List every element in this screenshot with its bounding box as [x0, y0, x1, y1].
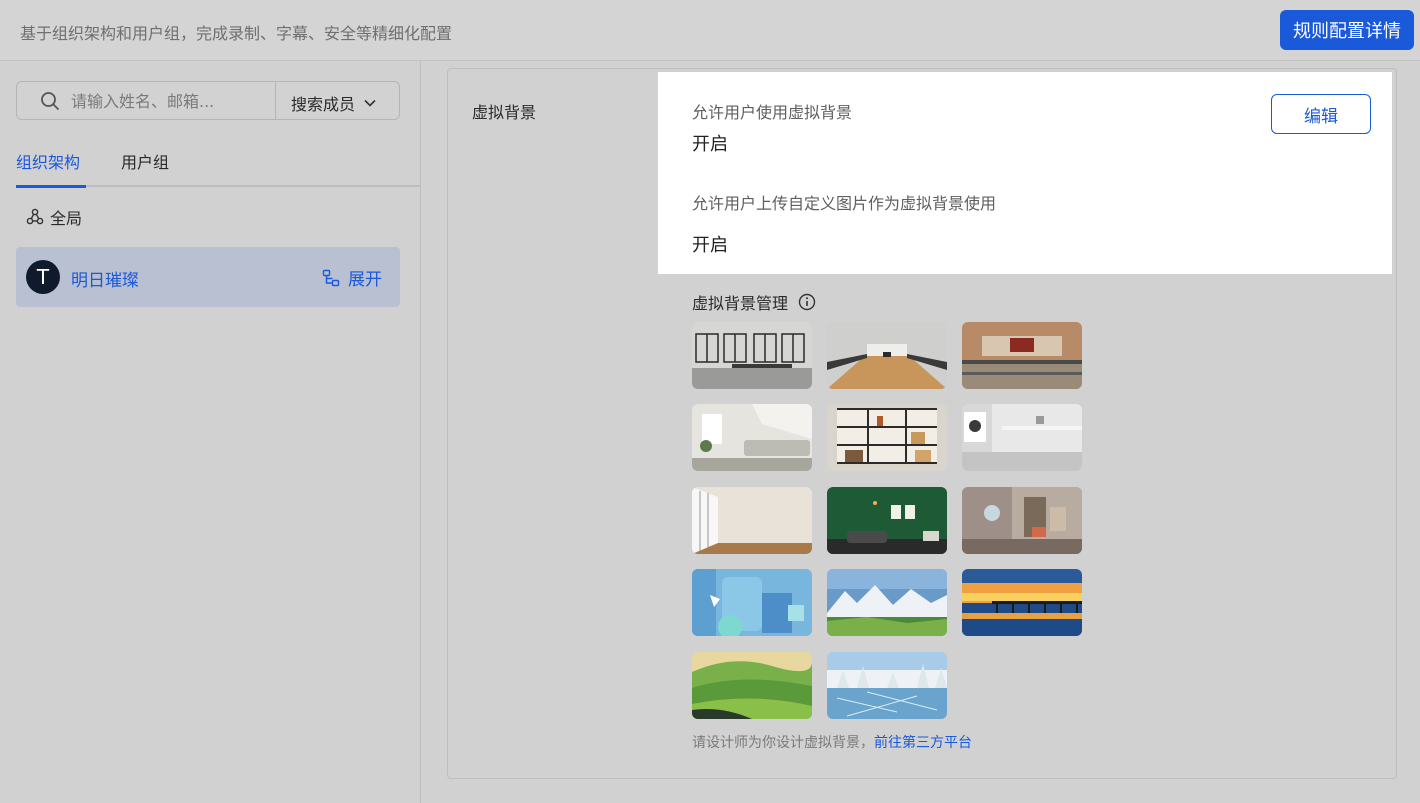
- footer-text: 请设计师为你设计虚拟背景，: [692, 735, 874, 751]
- bg-thumb-bookshelf-wall[interactable]: [827, 404, 947, 471]
- search-input[interactable]: [71, 88, 271, 114]
- search-scope-label: 搜索成员: [291, 95, 356, 114]
- setting-value-allow-bg: 开启: [692, 134, 728, 155]
- avatar: T: [26, 260, 60, 294]
- search-divider: [275, 82, 276, 119]
- bg-thumb-meeting-room-wood[interactable]: [962, 322, 1082, 389]
- bg-thumb-snow-mountains-meadow[interactable]: [827, 569, 947, 636]
- top-bar: 基于组织架构和用户组，完成录制、字幕、安全等精细化配置 规则配置详情: [0, 0, 1420, 61]
- info-icon[interactable]: [798, 293, 816, 311]
- global-scope-item[interactable]: 全局: [26, 205, 82, 229]
- footer-note: 请设计师为你设计虚拟背景，前往第三方平台: [692, 732, 972, 752]
- bg-thumb-bright-office-windows[interactable]: [692, 322, 812, 389]
- sidebar: 搜索成员 组织架构 用户组 全局 T 明日璀璨: [0, 61, 421, 803]
- section-label: 虚拟背景: [472, 103, 537, 122]
- bg-thumb-long-conference-hall[interactable]: [827, 322, 947, 389]
- bg-thumb-green-hills[interactable]: [692, 652, 812, 719]
- bg-thumb-empty-room-windows[interactable]: [692, 487, 812, 554]
- search-scope-dropdown[interactable]: 搜索成员: [291, 91, 377, 115]
- org-item-selected[interactable]: T 明日璀璨 展开: [16, 247, 400, 307]
- global-label: 全局: [50, 209, 83, 228]
- page-description: 基于组织架构和用户组，完成录制、字幕、安全等精细化配置: [20, 24, 453, 43]
- network-icon: [26, 208, 44, 225]
- bg-thumb-loft-living-room[interactable]: [692, 404, 812, 471]
- rule-detail-button[interactable]: 规则配置详情: [1280, 10, 1414, 50]
- search-icon: [41, 92, 59, 110]
- expand-label: 展开: [348, 270, 382, 290]
- setting-label-allow-upload: 允许用户上传自定义图片作为虚拟背景使用: [692, 194, 997, 213]
- bg-management-label: 虚拟背景管理: [692, 294, 789, 313]
- org-name: 明日璀璨: [71, 271, 139, 291]
- tab-user-groups[interactable]: 用户组: [121, 149, 169, 173]
- sidebar-tabs: 组织架构 用户组: [16, 145, 420, 188]
- setting-value-allow-upload: 开启: [692, 235, 728, 256]
- edit-button[interactable]: 编辑: [1271, 94, 1371, 134]
- setting-label-allow-bg: 允许用户使用虚拟背景: [692, 103, 853, 122]
- bg-thumb-minimal-gray-room[interactable]: [962, 404, 1082, 471]
- bg-thumb-modern-living-room[interactable]: [962, 487, 1082, 554]
- bg-thumb-frozen-lake-forest[interactable]: [827, 652, 947, 719]
- third-party-link[interactable]: 前往第三方平台: [874, 735, 972, 751]
- tab-org-structure[interactable]: 组织架构: [16, 149, 87, 188]
- virtual-bg-settings-card: 允许用户使用虚拟背景 开启 允许用户上传自定义图片作为虚拟背景使用 开启 编辑: [658, 72, 1392, 274]
- tree-icon: [322, 269, 340, 286]
- bg-thumb-sunset-pier[interactable]: [962, 569, 1082, 636]
- chevron-down-icon: [364, 99, 376, 107]
- bg-thumb-green-wall-lounge[interactable]: [827, 487, 947, 554]
- bg-management-heading: 虚拟背景管理: [692, 290, 816, 314]
- member-search: 搜索成员: [16, 81, 400, 120]
- expand-button[interactable]: 展开: [322, 265, 382, 290]
- bg-thumb-abstract-blue-shapes[interactable]: [692, 569, 812, 636]
